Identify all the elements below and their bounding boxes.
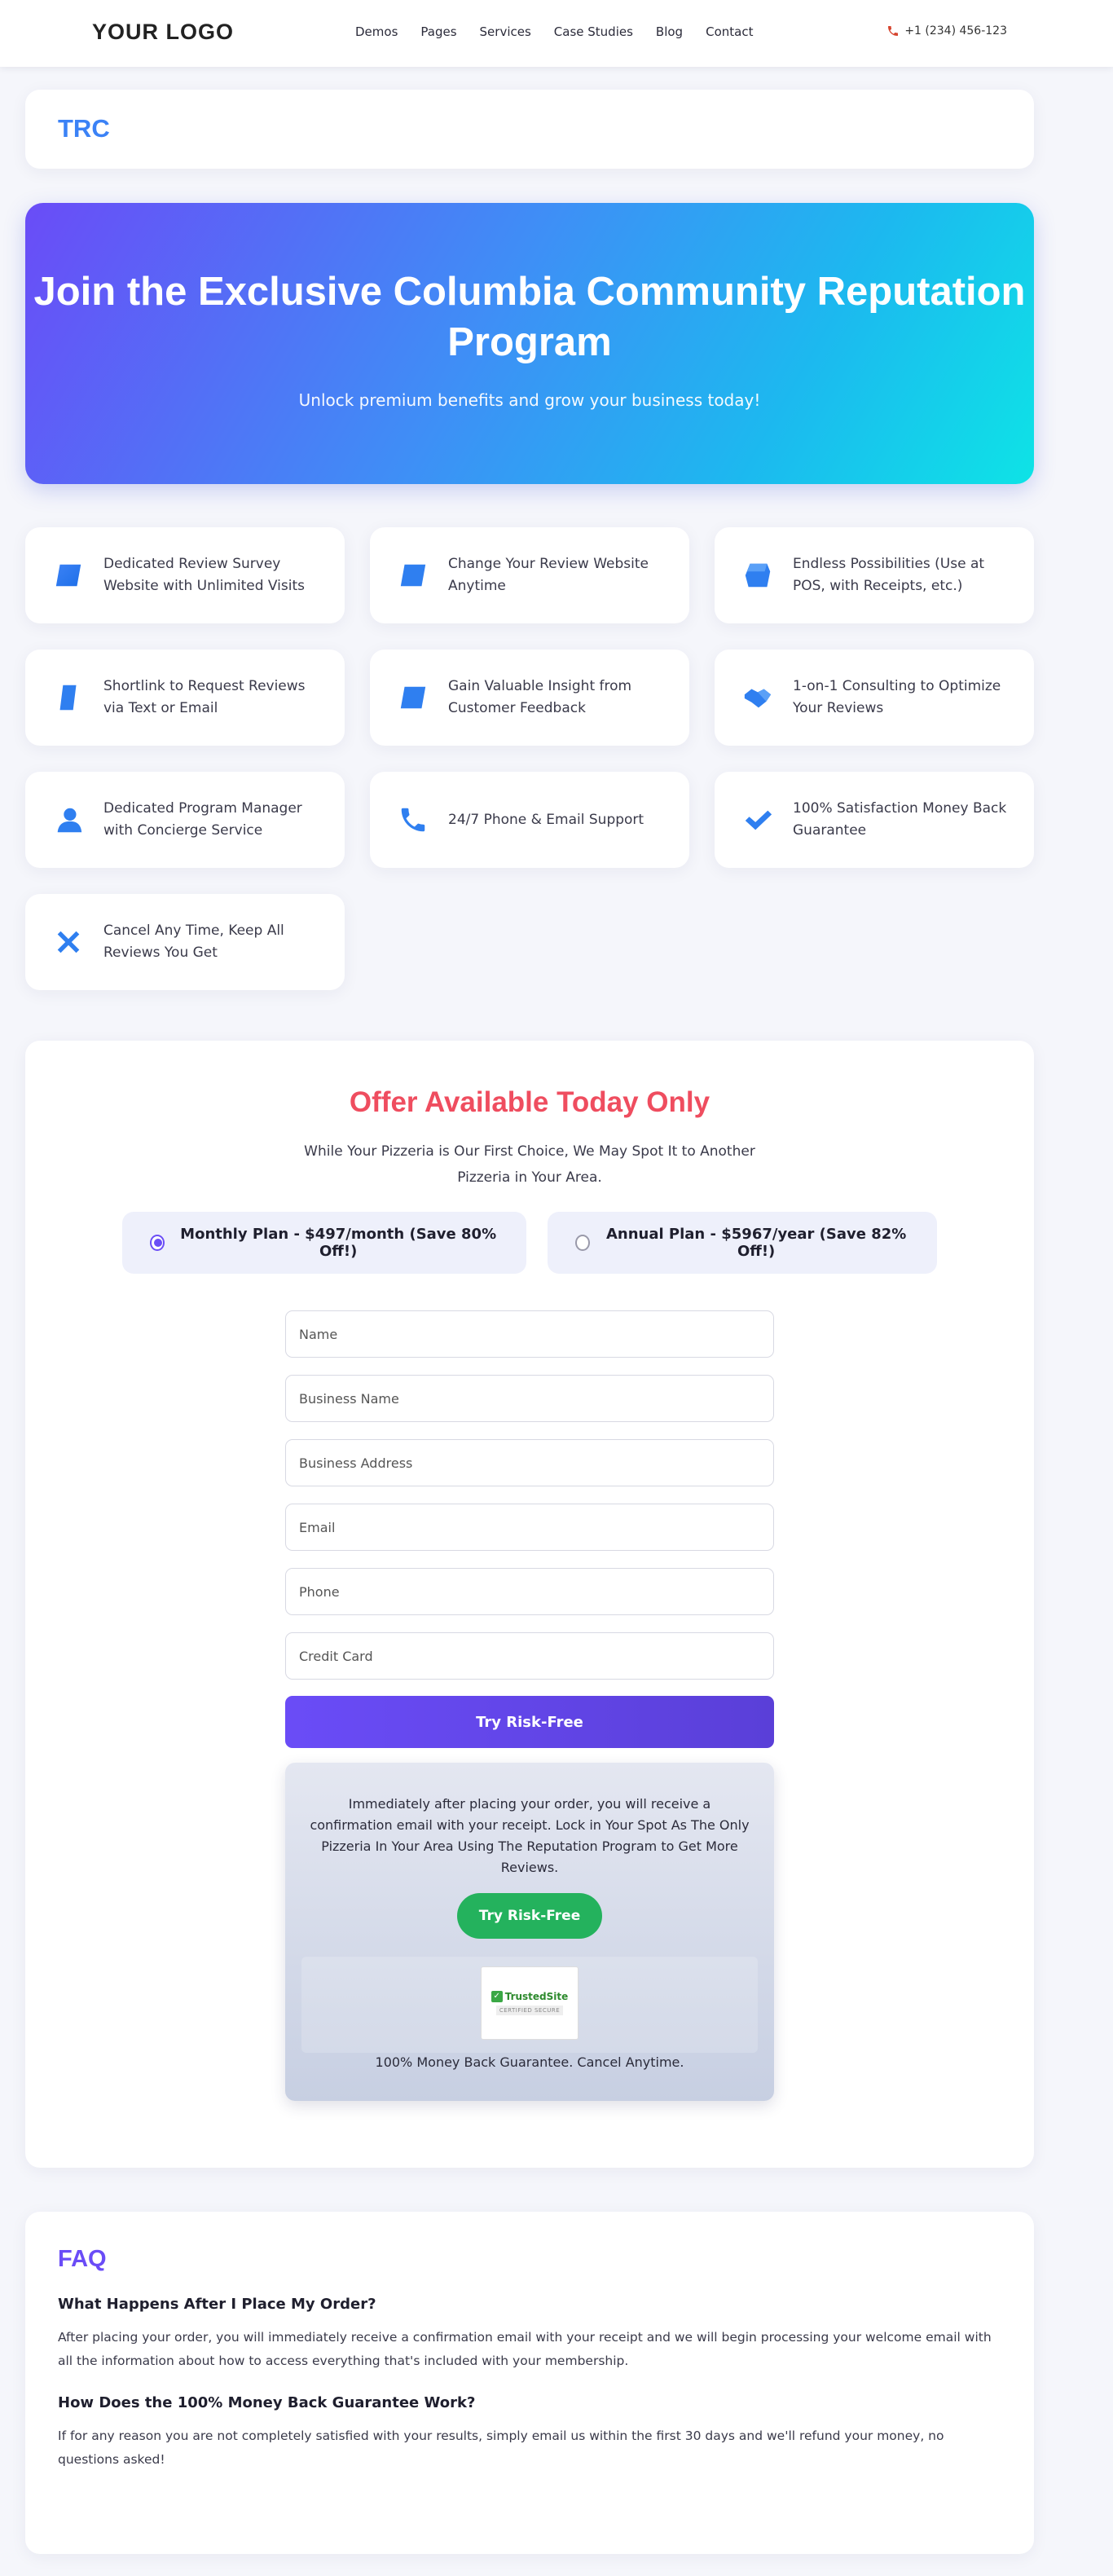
feature-text: Endless Possibilities (Use at POS, with …: [793, 556, 985, 594]
feature-card: Change Your Review Website Anytime: [370, 527, 689, 623]
phone-link[interactable]: +1 (234) 456-123: [886, 24, 1007, 37]
feature-text: Shortlink to Request Reviews via Text or…: [103, 678, 306, 716]
feature-text: Gain Valuable Insight from Customer Feed…: [448, 678, 632, 716]
trustedsite-badge[interactable]: ✓ TrustedSite CERTIFIED SECURE: [481, 1966, 578, 2040]
offer-title: Offer Available Today Only: [349, 1086, 710, 1118]
parallelogram-icon: [396, 680, 430, 715]
menu-item-case-studies[interactable]: Case Studies: [554, 24, 633, 39]
checkmark-icon: ✓: [491, 1991, 503, 2002]
plan-option-annual[interactable]: Annual Plan - $5967/year (Save 82% Off!): [548, 1212, 937, 1274]
feature-card: 24/7 Phone & Email Support: [370, 772, 689, 868]
feature-card: Gain Valuable Insight from Customer Feed…: [370, 650, 689, 746]
phone-input[interactable]: [285, 1568, 774, 1615]
hero-subtitle: Unlock premium benefits and grow your bu…: [298, 390, 761, 410]
handshake-icon: [741, 680, 775, 715]
brand-card: TRC: [25, 90, 1034, 169]
feature-card: Endless Possibilities (Use at POS, with …: [715, 527, 1034, 623]
badge-subtitle: CERTIFIED SECURE: [495, 2006, 564, 2015]
phone-number: +1 (234) 456-123: [904, 24, 1007, 37]
feature-text: Change Your Review Website Anytime: [448, 556, 649, 594]
offer-section: Offer Available Today Only While Your Pi…: [25, 1041, 1034, 2168]
feature-card: Dedicated Program Manager with Concierge…: [25, 772, 345, 868]
feature-card: 100% Satisfaction Money Back Guarantee: [715, 772, 1034, 868]
badge-title: TrustedSite: [504, 1991, 569, 2002]
confirmation-text: Immediately after placing your order, yo…: [310, 1796, 750, 1875]
feature-text: Cancel Any Time, Keep All Reviews You Ge…: [103, 923, 284, 961]
badge-title-row: ✓ TrustedSite: [491, 1991, 569, 2002]
faq-question: How Does the 100% Money Back Guarantee W…: [58, 2394, 476, 2411]
hero-title: Join the Exclusive Columbia Community Re…: [33, 270, 1026, 364]
menu-item-contact[interactable]: Contact: [706, 24, 753, 39]
faq-answer: After placing your order, you will immed…: [58, 2330, 992, 2368]
plan-option-monthly[interactable]: Monthly Plan - $497/month (Save 80% Off!…: [122, 1212, 526, 1274]
feature-card: Cancel Any Time, Keep All Reviews You Ge…: [25, 894, 345, 990]
shape-icon: [741, 558, 775, 592]
try-risk-free-button[interactable]: Try Risk-Free: [285, 1696, 774, 1748]
radio-button[interactable]: [575, 1235, 591, 1251]
x-icon: [51, 925, 86, 959]
menu-item-pages[interactable]: Pages: [420, 24, 456, 39]
plan-label: Monthly Plan - $497/month (Save 80% Off!…: [180, 1226, 497, 1260]
features-grid: Dedicated Review Survey Website with Unl…: [25, 527, 1034, 990]
menu-item-blog[interactable]: Blog: [656, 24, 683, 39]
feature-text: 24/7 Phone & Email Support: [448, 811, 644, 828]
trust-badge-area: ✓ TrustedSite CERTIFIED SECURE: [301, 1957, 758, 2053]
name-input[interactable]: [285, 1310, 774, 1358]
faq-question: What Happens After I Place My Order?: [58, 2296, 376, 2313]
feature-card: Dedicated Review Survey Website with Unl…: [25, 527, 345, 623]
credit-card-input[interactable]: [285, 1632, 774, 1680]
parallelogram-icon: [51, 558, 86, 592]
menu-item-demos[interactable]: Demos: [355, 24, 398, 39]
main-menu: Demos Pages Services Case Studies Blog C…: [355, 24, 776, 39]
feature-card: Shortlink to Request Reviews via Text or…: [25, 650, 345, 746]
phone-icon: [396, 803, 430, 837]
try-risk-free-green-button[interactable]: Try Risk-Free: [456, 1893, 603, 1939]
business-address-input[interactable]: [285, 1439, 774, 1486]
feature-card: 1-on-1 Consulting to Optimize Your Revie…: [715, 650, 1034, 746]
confirmation-box: Immediately after placing your order, yo…: [285, 1763, 774, 2101]
plan-label: Annual Plan - $5967/year (Save 82% Off!): [605, 1226, 907, 1260]
order-form: Try Risk-Free: [285, 1310, 774, 1748]
parallelogram-icon: [51, 680, 86, 715]
faq-title: FAQ: [58, 2246, 107, 2272]
menu-item-services[interactable]: Services: [480, 24, 531, 39]
email-input[interactable]: [285, 1504, 774, 1551]
business-name-input[interactable]: [285, 1375, 774, 1422]
site-logo[interactable]: YOUR LOGO: [92, 20, 234, 45]
faq-section: FAQ What Happens After I Place My Order?…: [25, 2212, 1034, 2554]
feature-text: Dedicated Review Survey Website with Unl…: [103, 556, 305, 594]
guarantee-text: 100% Money Back Guarantee. Cancel Anytim…: [375, 2054, 684, 2070]
brand-name: TRC: [58, 114, 110, 143]
faq-answer: If for any reason you are not completely…: [58, 2428, 944, 2467]
plan-options: Monthly Plan - $497/month (Save 80% Off!…: [25, 1212, 1034, 1274]
feature-text: 100% Satisfaction Money Back Guarantee: [793, 800, 1007, 839]
feature-text: Dedicated Program Manager with Concierge…: [103, 800, 302, 839]
user-icon: [51, 803, 86, 837]
parallelogram-icon: [396, 558, 430, 592]
check-icon: [741, 803, 775, 837]
hero-banner: Join the Exclusive Columbia Community Re…: [25, 203, 1034, 484]
top-navbar: YOUR LOGO Demos Pages Services Case Stud…: [0, 0, 1113, 67]
offer-subtitle: While Your Pizzeria is Our First Choice,…: [304, 1143, 755, 1186]
radio-button[interactable]: [150, 1235, 165, 1251]
phone-icon: [888, 26, 899, 36]
feature-text: 1-on-1 Consulting to Optimize Your Revie…: [793, 678, 1001, 716]
